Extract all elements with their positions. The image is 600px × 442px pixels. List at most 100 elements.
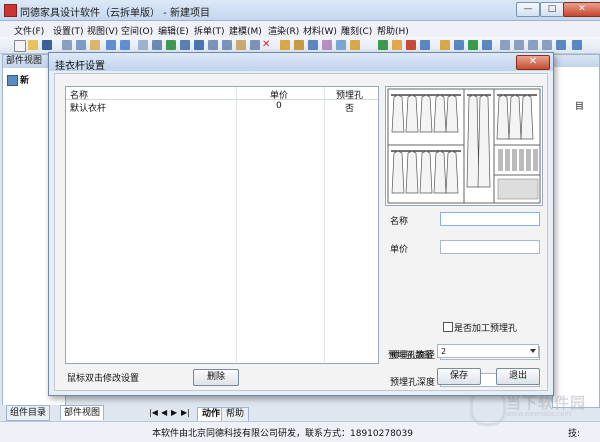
hole-depth-label: 预埋孔深度 [390,378,436,388]
hole-count-label: 预埋孔数量 [388,351,434,361]
grid-icon[interactable] [482,40,492,50]
split-icon[interactable] [528,40,538,50]
exit-button[interactable]: 退出 [496,368,540,385]
menu-space[interactable]: 空间(O) [121,24,153,37]
menu-view[interactable]: 视图(V) [87,24,118,37]
column-divider [324,87,325,363]
refresh-icon[interactable] [468,40,478,50]
delete-button[interactable]: 删除 [193,369,239,386]
board-icon[interactable] [294,40,304,50]
panel-icon[interactable] [350,40,360,50]
list-icon[interactable] [420,40,430,50]
tree-item[interactable]: 新 [7,73,29,86]
right-pane-header [553,55,599,67]
menu-modeling[interactable]: 建模(M) [229,24,262,37]
dock-icon[interactable] [572,40,582,50]
bottom-nav: |◀ ◀ ▶ ▶| 动作 帮助 [145,407,265,422]
door-icon[interactable] [308,40,318,50]
group-icon[interactable] [222,40,232,50]
drawer-icon[interactable] [322,40,332,50]
name-input[interactable] [440,212,540,226]
view-icon[interactable] [138,40,148,50]
cell-price: 0 [276,101,282,111]
cabinet-icon[interactable] [280,40,290,50]
report-icon[interactable] [392,40,402,50]
align-icon[interactable] [180,40,190,50]
hole-count-select[interactable]: 2 [437,344,539,358]
render-icon[interactable] [406,40,416,50]
copy-icon[interactable] [76,40,86,50]
menu-settings[interactable]: 设置(T) [53,24,84,37]
save-icon[interactable] [42,40,52,50]
dialog-title: 挂衣杆设置 [55,61,105,72]
menu-file[interactable]: 文件(F) [14,24,44,37]
price-input[interactable] [440,240,540,254]
export-icon[interactable] [378,40,388,50]
hanger-rod-table: 名称 单价 预埋孔 默认衣杆 0 否 [65,86,379,364]
zoom-icon[interactable] [152,40,162,50]
tree-item-label: 新 [20,76,30,86]
layout-icon[interactable] [514,40,524,50]
minimize-button[interactable]: — [516,2,540,17]
select-icon[interactable] [250,40,260,50]
name-label: 名称 [390,217,409,227]
mirror-icon[interactable] [208,40,218,50]
right-pane-text: 目 [575,102,585,112]
app-titlebar: 同德家具设计软件（云拆单版） - 新建项目 — □ ✕ [0,0,600,21]
wardrobe-illustration [387,88,541,204]
tile-icon[interactable] [542,40,552,50]
paste-icon[interactable] [90,40,100,50]
cell-hole: 否 [345,104,355,114]
status-text: 本软件由北京同德科技有限公司研发，联系方式：18910278039 [152,429,413,439]
left-tabs: 组件目录 部件视图 [2,405,142,421]
material-icon[interactable] [440,40,450,50]
watermark-url: www.downxia.com [506,410,572,418]
tab-help[interactable]: 帮助 [221,407,250,422]
menu-edit[interactable]: 编辑(E) [158,24,189,37]
cut-icon[interactable] [62,40,72,50]
last-arrow-icon[interactable]: ▶| [181,408,190,417]
dialog-titlebar: 挂衣杆设置 ✕ [49,53,553,72]
double-click-hint: 鼠标双击修改设置 [67,374,140,384]
menu-render[interactable]: 渲染(R) [268,24,299,37]
next-arrow-icon[interactable]: ▶ [171,408,177,417]
texture-icon[interactable] [454,40,464,50]
tab-part-view[interactable]: 部件视图 [60,405,105,420]
menu-engrave[interactable]: 雕刻(C) [341,24,372,37]
table-row[interactable]: 默认衣杆 0 否 [66,100,378,114]
drill-hole-checkbox-label[interactable]: 是否加工预埋孔 [454,321,517,334]
pen-icon[interactable] [236,40,246,50]
right-pane: 目 [552,54,600,408]
maximize-button[interactable]: □ [540,2,564,17]
shelf-icon[interactable] [336,40,346,50]
first-arrow-icon[interactable]: |◀ [149,408,158,417]
column-divider [236,87,237,363]
close-window-button[interactable]: ✕ [563,2,600,17]
new-file-icon[interactable] [14,40,26,52]
dialog-close-button[interactable]: ✕ [516,55,550,70]
move-icon[interactable] [166,40,176,50]
redo-icon[interactable] [120,40,130,50]
menu-bar: 文件(F) 设置(T) 视图(V) 空间(O) 编辑(E) 拆单(T) 建模(M… [0,21,600,37]
menu-material[interactable]: 材料(W) [303,24,337,37]
window-icon[interactable] [500,40,510,50]
undo-icon[interactable] [106,40,116,50]
cell-name: 默认衣杆 [70,104,107,114]
app-logo-icon [4,4,17,17]
menu-help[interactable]: 帮助(H) [377,24,409,37]
delete-icon[interactable]: ✕ [262,40,272,50]
prev-arrow-icon[interactable]: ◀ [161,408,167,417]
project-icon [7,75,18,86]
app-title: 同德家具设计软件（云拆单版） - 新建项目 [20,8,210,19]
price-label: 单价 [390,245,409,255]
menu-split-order[interactable]: 拆单(T) [194,24,225,37]
save-button[interactable]: 保存 [437,368,481,385]
drill-hole-checkbox[interactable] [443,322,453,332]
tab-component-catalog[interactable]: 组件目录 [6,405,51,421]
status-right: 技: [568,429,581,439]
rotate-icon[interactable] [194,40,204,50]
hole-count-value: 2 [441,347,447,356]
open-folder-icon[interactable] [28,40,38,50]
chevron-down-icon [530,349,536,353]
columns-icon[interactable] [556,40,566,50]
